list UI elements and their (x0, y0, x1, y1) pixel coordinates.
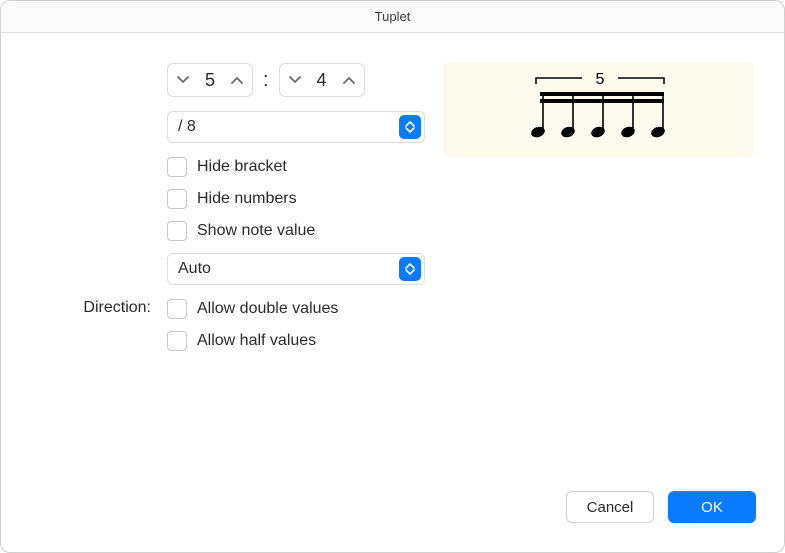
denominator-stepper[interactable]: 4 (279, 63, 365, 97)
tuplet-preview: 5 (443, 63, 753, 157)
window-title: Tuplet (1, 1, 784, 33)
cancel-button[interactable]: Cancel (566, 491, 654, 523)
hide-bracket-checkbox[interactable] (167, 157, 187, 177)
select-knob-icon (399, 115, 421, 139)
numerator-decrement[interactable] (170, 65, 196, 95)
chevron-up-icon (231, 76, 243, 84)
show-note-value-label: Show note value (197, 222, 315, 240)
allow-half-checkbox[interactable] (167, 331, 187, 351)
chevron-down-icon (177, 76, 189, 84)
chevron-down-icon (289, 76, 301, 84)
preview-bracket-number: 5 (596, 71, 605, 88)
hide-numbers-label: Hide numbers (197, 190, 297, 208)
note-value-selected: / 8 (178, 118, 196, 136)
allow-half-label: Allow half values (197, 332, 316, 350)
music-notation-icon: 5 (498, 70, 698, 150)
show-note-value-checkbox[interactable] (167, 221, 187, 241)
select-knob-icon (399, 257, 421, 281)
direction-label: Direction: (31, 299, 151, 317)
denominator-value: 4 (308, 70, 336, 91)
hide-bracket-label: Hide bracket (197, 158, 287, 176)
numerator-increment[interactable] (224, 65, 250, 95)
denominator-increment[interactable] (336, 65, 362, 95)
note-value-select[interactable]: / 8 (167, 111, 425, 143)
allow-double-label: Allow double values (197, 300, 338, 318)
tuplet-dialog: Tuplet 5 : 4 (0, 0, 785, 553)
ok-button[interactable]: OK (668, 491, 756, 523)
direction-selected: Auto (178, 260, 211, 278)
denominator-decrement[interactable] (282, 65, 308, 95)
numerator-stepper[interactable]: 5 (167, 63, 253, 97)
chevron-up-icon (343, 76, 355, 84)
ratio-colon: : (261, 69, 271, 92)
numerator-value: 5 (196, 70, 224, 91)
hide-numbers-checkbox[interactable] (167, 189, 187, 209)
direction-select[interactable]: Auto (167, 253, 425, 285)
allow-double-checkbox[interactable] (167, 299, 187, 319)
